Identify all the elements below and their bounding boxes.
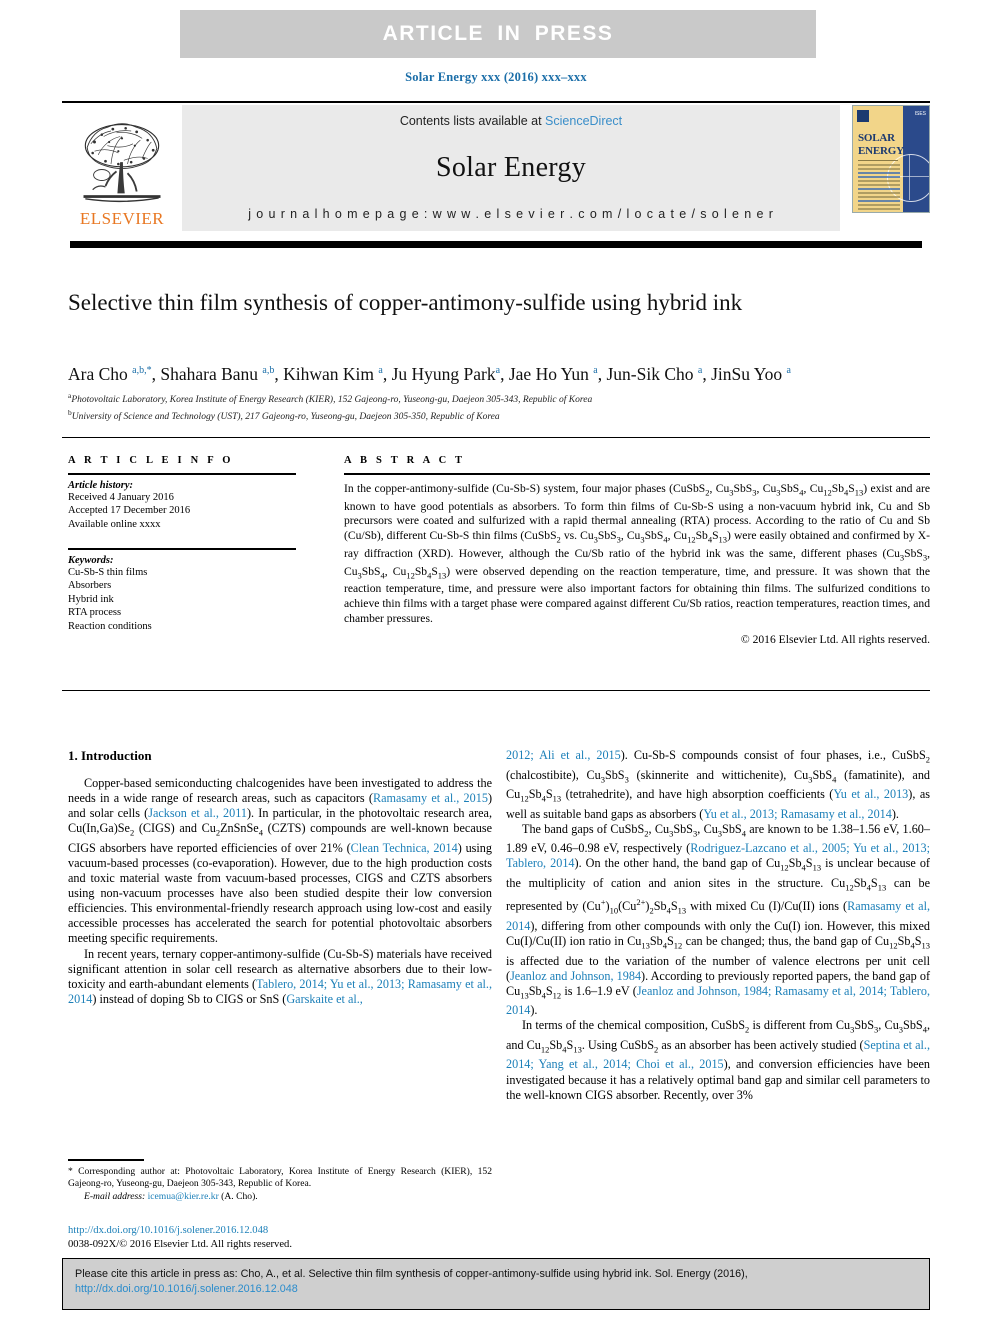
sciencedirect-link[interactable]: ScienceDirect [545, 114, 622, 128]
elsevier-tree-icon [83, 123, 161, 203]
affiliations: aPhotovoltaic Laboratory, Korea Institut… [68, 390, 928, 423]
section-heading-introduction: 1. Introduction [68, 748, 152, 763]
article-in-press-banner: ARTICLE IN PRESS [180, 10, 816, 58]
body-column-right: 2012; Ali et al., 2015). Cu-Sb-S compoun… [506, 748, 930, 1103]
keywords-label: Keywords: [68, 554, 114, 566]
body-column-left: 1. Introduction Copper-based semiconduct… [68, 748, 492, 1007]
abstract-column: A B S T R A C T In the copper-antimony-s… [344, 455, 930, 646]
article-info-heading: A R T I C L E I N F O [68, 455, 234, 466]
elsevier-mark-icon [857, 110, 869, 122]
cover-text-lines [858, 164, 900, 212]
page-title: Selective thin film synthesis of copper-… [68, 290, 743, 315]
journal-cover-thumbnail: ISES SOLAR ENERGY [852, 105, 930, 231]
elsevier-logo: ELSEVIER [62, 105, 182, 231]
affiliation-line: bUniversity of Science and Technology (U… [68, 407, 500, 422]
article-info-column: A R T I C L E I N F O Article history: R… [68, 455, 318, 633]
contents-available-line: Contents lists available at ScienceDirec… [400, 114, 622, 128]
body-paragraph: In recent years, ternary copper-antimony… [68, 946, 492, 1006]
abstract-heading: A B S T R A C T [344, 455, 466, 466]
cite-doi-link[interactable]: http://dx.doi.org/10.1016/j.solener.2016… [75, 1283, 298, 1295]
abstract-bottom-rule [62, 690, 930, 691]
article-in-press-label: ARTICLE IN PRESS [382, 22, 614, 45]
author-list: Ara Cho a,b,*, Shahara Banu a,b, Kihwan … [68, 363, 791, 384]
info-section-top-rule [62, 437, 930, 438]
journal-homepage-link[interactable]: j o u r n a l h o m e p a g e : w w w . … [248, 207, 774, 221]
article-history-line: Received 4 January 2016 [68, 491, 174, 503]
elsevier-wordmark: ELSEVIER [79, 209, 165, 228]
body-paragraph: In terms of the chemical composition, Cu… [506, 1018, 930, 1102]
keyword-item: Cu-Sb-S thin films [68, 566, 148, 578]
cite-text: Please cite this article in press as: Ch… [75, 1268, 748, 1280]
keyword-item: Hybrid ink [68, 593, 114, 605]
corresponding-email-link[interactable]: icemua@kier.re.kr [148, 1191, 219, 1202]
abstract-copyright: © 2016 Elsevier Ltd. All rights reserved… [740, 633, 930, 647]
journal-title: Solar Energy [435, 151, 587, 183]
body-paragraph: 2012; Ali et al., 2015). Cu-Sb-S compoun… [506, 748, 931, 821]
keyword-item: RTA process [68, 607, 122, 619]
affiliation-line: aPhotovoltaic Laboratory, Korea Institut… [68, 391, 593, 406]
ises-logo-label: ISES [914, 111, 926, 117]
doi-block: http://dx.doi.org/10.1016/j.solener.2016… [68, 1224, 492, 1252]
article-info-rule [68, 473, 296, 475]
masthead-top-rule [62, 101, 930, 103]
article-history-label: Article history: [68, 479, 134, 491]
body-paragraph: Copper-based semiconducting chalcogenide… [68, 776, 492, 946]
abstract-rule [344, 473, 930, 475]
running-head: Solar Energy xxx (2016) xxx–xxx [405, 70, 587, 84]
article-history-line: Available online xxxx [68, 518, 161, 530]
journal-masthead: ELSEVIER Contents lists available at Sci… [62, 105, 930, 231]
keywords-rule [68, 548, 296, 550]
abstract-body: In the copper-antimony-sulfide (Cu-Sb-S)… [344, 481, 931, 625]
cover-journal-title: SOLAR ENERGY [858, 132, 904, 157]
contents-prefix: Contents lists available at [399, 114, 546, 128]
masthead-bottom-rule [70, 241, 922, 248]
keyword-item: Absorbers [68, 580, 112, 592]
issn-copyright-line: 0038-092X/© 2016 Elsevier Ltd. All right… [68, 1239, 293, 1250]
body-paragraph: The band gaps of CuSbS2, Cu3SbS3, Cu3SbS… [506, 821, 931, 1018]
footnote-rule [68, 1159, 144, 1161]
masthead-center-panel: Contents lists available at ScienceDirec… [182, 105, 840, 231]
article-doi-link[interactable]: http://dx.doi.org/10.1016/j.solener.2016… [68, 1224, 492, 1238]
article-history-line: Accepted 17 December 2016 [68, 505, 191, 517]
corresponding-author-footnote: * Corresponding author at: Photovoltaic … [68, 1166, 492, 1202]
keyword-item: Reaction conditions [68, 620, 152, 632]
cite-this-article-box: Please cite this article in press as: Ch… [62, 1258, 930, 1310]
